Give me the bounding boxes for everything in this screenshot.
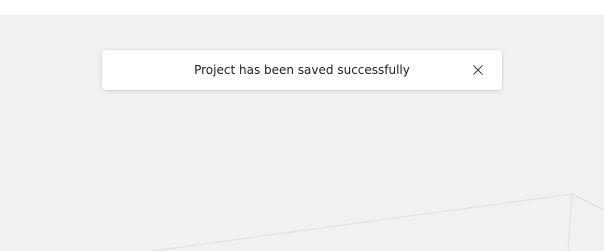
close-icon[interactable] <box>472 64 484 76</box>
canvas-shape-outline <box>151 193 604 251</box>
save-notification-toast: Project has been saved successfully <box>102 50 502 90</box>
toast-message: Project has been saved successfully <box>194 63 410 77</box>
